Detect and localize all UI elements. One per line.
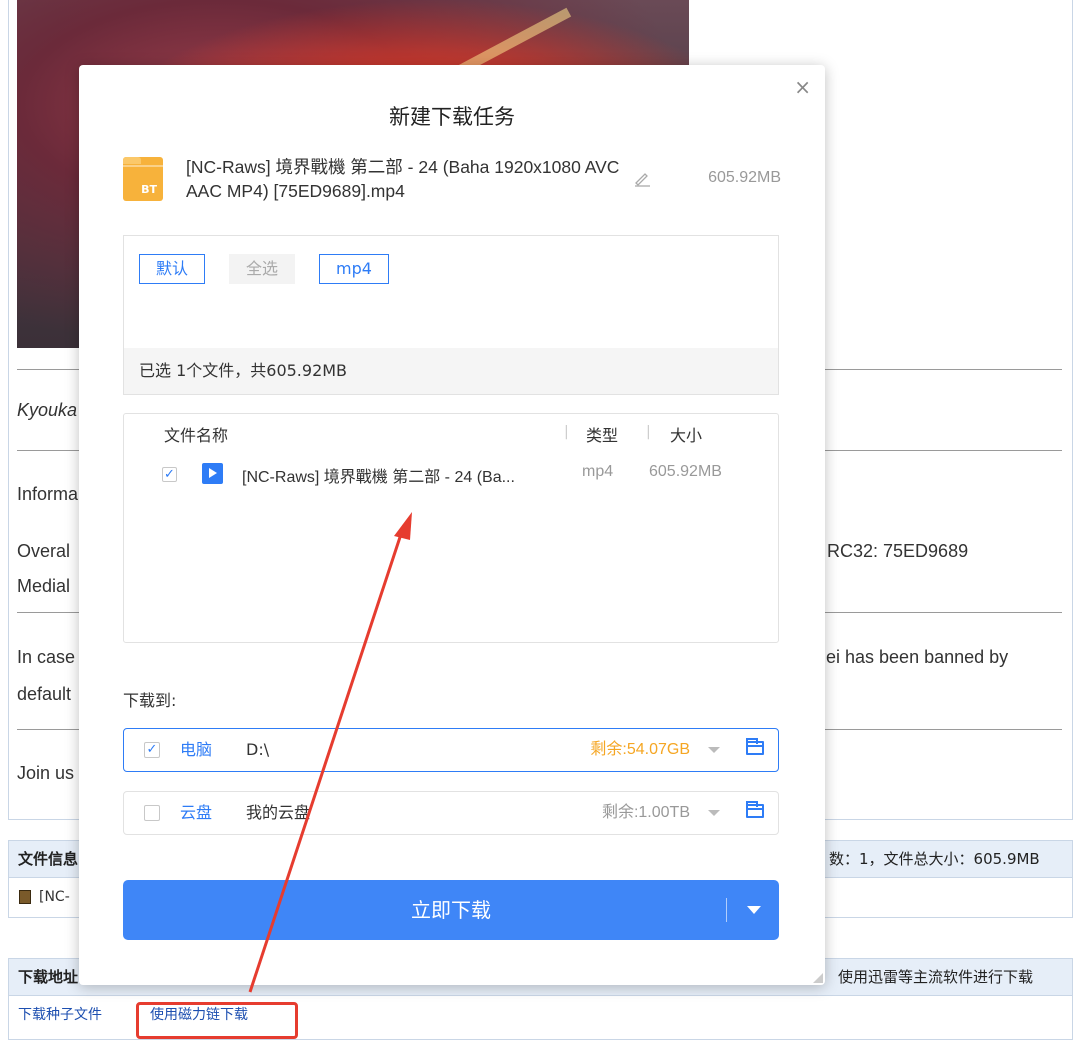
destination-free-space: 剩余:1.00TB — [601, 804, 690, 821]
download-now-button[interactable]: 立即下载 — [123, 880, 779, 940]
bg-text-default: default — [17, 684, 72, 704]
destination-name: 云盘 — [180, 803, 213, 822]
file-info-name: [NC- — [39, 889, 70, 905]
folder-icon[interactable] — [746, 801, 764, 818]
column-header-size[interactable]: 大小 — [670, 422, 702, 446]
destination-free-space: 剩余:54.07GB — [590, 741, 690, 758]
file-info-summary: 数：1，文件总大小：605.9MB — [829, 850, 1040, 868]
close-icon[interactable]: × — [794, 77, 811, 97]
filter-mp4-button[interactable]: mp4 — [319, 254, 389, 284]
torrent-total-size: 605.92MB — [708, 169, 781, 186]
file-checkbox[interactable]: ✓ — [162, 467, 177, 482]
destination-path: D:\ — [246, 740, 270, 759]
folder-icon[interactable] — [746, 738, 764, 755]
file-filter-box: 默认 全选 mp4 已选 1个文件，共605.92MB — [123, 235, 779, 395]
video-file-icon — [202, 463, 223, 484]
caret-down-icon[interactable] — [747, 906, 761, 914]
magnet-link-highlight — [136, 1002, 298, 1039]
torrent-file-title: [NC-Raws] 境界戰機 第二部 - 24 (Baha 1920x1080 … — [186, 157, 620, 201]
destination-path: 我的云盘 — [246, 803, 311, 822]
column-separator: | — [646, 424, 651, 440]
file-name: [NC-Raws] 境界戰機 第二部 - 24 (Ba... — [242, 469, 515, 486]
file-type: mp4 — [582, 463, 614, 480]
column-separator: | — [564, 424, 569, 440]
new-download-dialog: × 新建下载任务 BT [NC-Raws] 境界戰機 第二部 - 24 (Bah… — [79, 65, 825, 985]
edit-icon[interactable] — [632, 168, 652, 188]
bg-text-join: Join us — [17, 763, 75, 783]
selected-files-summary: 已选 1个文件，共605.92MB — [124, 348, 778, 394]
download-now-label: 立即下载 — [411, 898, 491, 922]
filter-default-button[interactable]: 默认 — [139, 254, 206, 284]
chevron-down-icon[interactable] — [708, 810, 720, 816]
bg-text-overall: Overal — [17, 541, 71, 561]
column-header-name[interactable]: 文件名称 — [164, 422, 228, 446]
destination-cloud-drive[interactable]: 云盘 我的云盘 剩余:1.00TB — [123, 791, 779, 835]
destination-local-pc[interactable]: ✓ 电脑 D:\ 剩余:54.07GB — [123, 728, 779, 772]
destination-checkbox[interactable]: ✓ — [144, 742, 160, 758]
bg-text-medial: Medial — [17, 576, 71, 596]
bg-text-in-case: In case — [17, 647, 76, 667]
file-list: 文件名称 | 类型 | 大小 ✓ [NC-Raws] 境界戰機 第二部 - 24… — [123, 413, 779, 643]
bg-text-crc32: RC32: 75ED9689 — [827, 541, 969, 561]
download-to-label: 下载到: — [123, 691, 177, 710]
download-address-hint: 使用迅雷等主流软件进行下载 — [838, 968, 1034, 986]
bg-text-banned: ei has been banned by — [826, 647, 1009, 667]
filter-select-all-button[interactable]: 全选 — [229, 254, 296, 284]
chevron-down-icon[interactable] — [708, 747, 720, 753]
torrent-download-link[interactable]: 下载种子文件 — [18, 993, 102, 1037]
column-header-type[interactable]: 类型 — [586, 422, 618, 446]
download-address-label: 下载地址 — [18, 968, 79, 986]
destination-checkbox[interactable] — [144, 805, 160, 821]
bg-text-kyouka: Kyouka — [17, 400, 78, 420]
bt-badge: BT — [141, 183, 157, 196]
destination-name: 电脑 — [180, 740, 213, 759]
file-size: 605.92MB — [649, 463, 722, 480]
resize-handle-icon[interactable] — [813, 973, 823, 983]
bt-file-icon: BT — [123, 157, 163, 201]
bg-text-information: Informa — [17, 484, 79, 504]
button-divider — [726, 898, 727, 922]
dialog-title: 新建下载任务 — [389, 105, 515, 129]
file-info-label: 文件信息 — [18, 850, 79, 868]
film-icon — [19, 890, 31, 904]
